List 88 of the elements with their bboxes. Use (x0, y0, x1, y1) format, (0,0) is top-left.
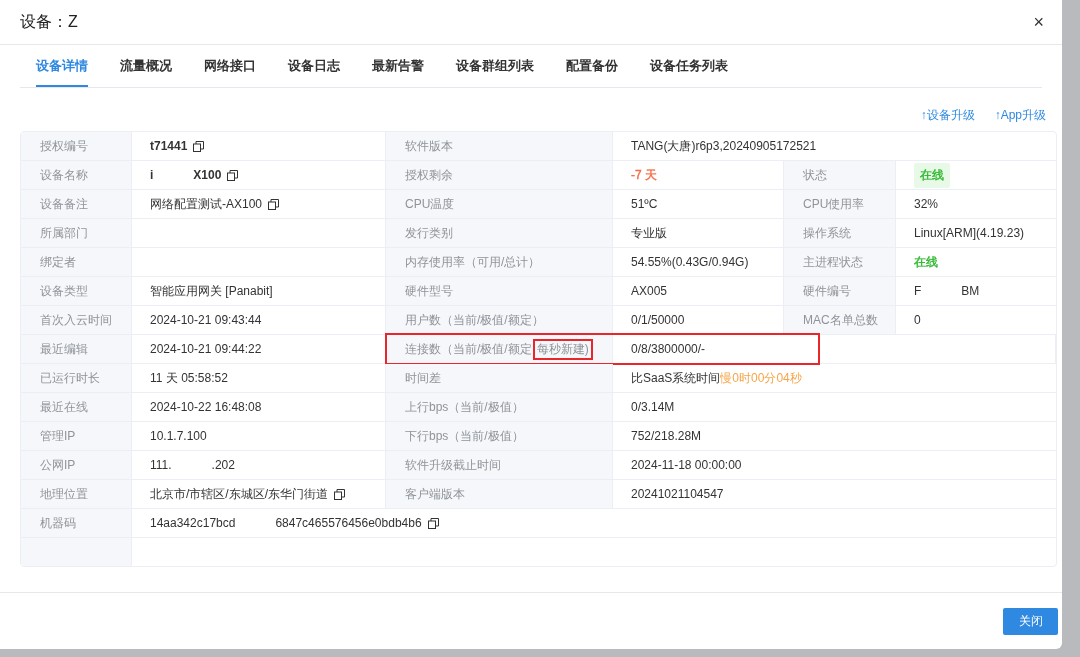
field-label: 首次入云时间 (21, 306, 132, 335)
field-label: 授权编号 (21, 132, 132, 161)
value-text: 2024-10-21 09:43:44 (150, 313, 262, 327)
value-text: 0/3.14M (631, 400, 675, 414)
field-label: 下行bps（当前/极值） (386, 422, 613, 451)
field-label: 软件升级截止时间 (386, 451, 613, 480)
tab[interactable]: 最新告警 (372, 45, 424, 87)
value-text: 51ºC (631, 197, 658, 211)
copy-icon[interactable] (227, 169, 239, 181)
field-label: 上行bps（当前/极值） (386, 393, 613, 422)
close-button[interactable]: × (1033, 11, 1044, 33)
field-label: 绑定者 (21, 248, 132, 277)
field-label: MAC名单总数 (784, 306, 896, 335)
value-text: t71441 (150, 139, 188, 153)
copy-icon[interactable] (268, 198, 280, 210)
tab[interactable]: 设备任务列表 (650, 45, 728, 87)
value-text: 在线 (914, 253, 938, 271)
field-label: 状态 (784, 161, 896, 190)
field-label: 管理IP (21, 422, 132, 451)
value-text: 2024-11-18 00:00:00 (631, 458, 742, 472)
value-text: X100 (193, 168, 222, 182)
value-text: 专业版 (631, 224, 667, 242)
field-label: 已运行时长 (21, 364, 132, 393)
value-text: 14aa342c17bcd (150, 516, 236, 530)
field-label: 硬件编号 (784, 277, 896, 306)
field-label: 主进程状态 (784, 248, 896, 277)
value-text: 54.55%(0.43G/0.94G) (631, 255, 749, 269)
field-label-text: 连接数（当前/极值/额定 (405, 340, 532, 358)
tab[interactable]: 配置备份 (566, 45, 618, 87)
value-text: 6847c465576456e0bdb4b6 (275, 516, 422, 530)
field-label: 授权剩余 (386, 161, 613, 190)
copy-icon[interactable] (193, 140, 205, 152)
value-text: 11 天 05:58:52 (150, 369, 228, 387)
value-text: AX005 (631, 284, 668, 298)
value-text: 0/8/3800000/- (631, 342, 706, 356)
value-text: 慢0时00分04秒 (720, 369, 802, 387)
field-label: 软件版本 (386, 132, 613, 161)
value-text: 0/1/50000 (631, 313, 685, 327)
tab[interactable]: 设备群组列表 (456, 45, 534, 87)
close-button[interactable]: 关闭 (1003, 607, 1058, 635)
value-text: 2024-10-21 09:44:22 (150, 342, 262, 356)
copy-icon[interactable] (427, 517, 439, 529)
field-label: 发行类别 (386, 219, 613, 248)
value-text: 752/218.28M (631, 429, 702, 443)
tab[interactable]: 设备日志 (288, 45, 340, 87)
value-text: 智能应用网关 [Panabit] (150, 282, 273, 300)
field-label: CPU温度 (386, 190, 613, 219)
field-label: 所属部门 (21, 219, 132, 248)
value-text: 网络配置测试-AX100 (150, 195, 263, 213)
field-label: 客户端版本 (386, 480, 613, 509)
field-label: 最近在线 (21, 393, 132, 422)
dialog-title: 设备：Z (20, 11, 78, 32)
value-text: .202 (211, 458, 235, 472)
copy-icon[interactable] (334, 488, 345, 500)
field-label: 最近编辑 (21, 335, 132, 364)
value-text: Linux[ARM](4.19.23) (914, 226, 1025, 240)
field-label: 机器码 (21, 509, 132, 538)
value-text: F (914, 284, 922, 298)
field-label: 硬件型号 (386, 277, 613, 306)
field-label: 设备名称 (21, 161, 132, 190)
value-text: TANG(大唐)r6p3,20240905172521 (631, 137, 817, 155)
upgrade-link[interactable]: ↑设备升级 (920, 107, 975, 124)
value-text: 0 (914, 313, 921, 327)
value-text: BM (961, 284, 980, 298)
field-label: 用户数（当前/极值/额定） (386, 306, 613, 335)
field-label: 设备备注 (21, 190, 132, 219)
value-text: -7 天 (631, 166, 657, 184)
field-label: 地理位置 (21, 480, 132, 509)
highlighted-label-text: 每秒新建) (532, 338, 593, 360)
field-label: CPU使用率 (784, 190, 896, 219)
value-text: 比SaaS系统时间 (631, 369, 721, 387)
field-label: 时间差 (386, 364, 613, 393)
field-label: 内存使用率（可用/总计） (386, 248, 613, 277)
status-tag: 在线 (914, 162, 950, 188)
upgrade-link[interactable]: ↑App升级 (994, 107, 1046, 124)
value-text: 10.1.7.100 (150, 429, 207, 443)
tab[interactable]: 设备详情 (36, 45, 88, 87)
tab[interactable]: 网络接口 (204, 45, 256, 87)
value-text: 111. (150, 458, 172, 472)
field-label: 公网IP (21, 451, 132, 480)
field-label: 操作系统 (784, 219, 896, 248)
value-text: 20241021104547 (631, 487, 724, 501)
tab[interactable]: 流量概况 (120, 45, 172, 87)
value-text: 32% (914, 197, 939, 211)
field-label: 设备类型 (21, 277, 132, 306)
value-text: 2024-10-22 16:48:08 (150, 400, 262, 414)
value-text: i (150, 168, 154, 182)
value-text: 北京市/市辖区/东城区/东华门街道 (150, 485, 328, 503)
